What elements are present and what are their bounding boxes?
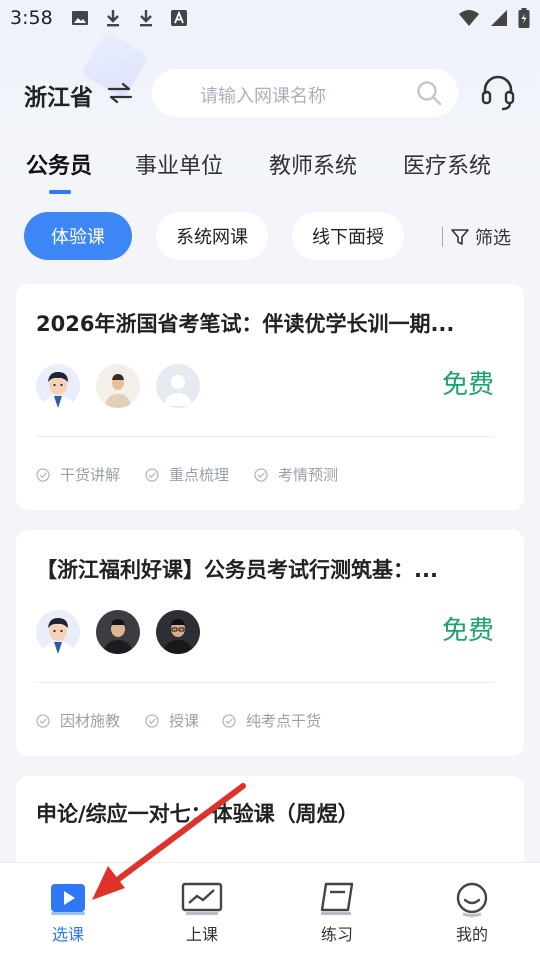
feature-tag: 纯考点干货 xyxy=(222,710,321,731)
feature-tag-label: 授课 xyxy=(169,712,200,730)
course-card[interactable]: 2026年浙国省考笔试：伴读优学长训一期... 免费 干货讲解 重点梳理 考情预… xyxy=(16,284,524,510)
battery-icon xyxy=(518,8,530,28)
headset-icon[interactable] xyxy=(480,74,516,112)
check-circle-icon xyxy=(254,467,268,482)
tabbar-item-attend-class[interactable]: 上课 xyxy=(162,881,242,945)
swap-icon[interactable] xyxy=(106,80,134,106)
feature-tag: 干货讲解 xyxy=(36,464,120,485)
teacher-avatar xyxy=(96,610,140,654)
chip-system-course[interactable]: 系统网课 xyxy=(156,212,268,260)
active-tab-indicator xyxy=(49,190,71,194)
teacher-avatar xyxy=(36,364,80,408)
teacher-avatar xyxy=(36,610,80,654)
filter-divider xyxy=(442,227,443,247)
tabbar-item-select-course[interactable]: 选课 xyxy=(28,881,108,945)
tab-civil-servant[interactable]: 公务员 xyxy=(26,148,92,180)
tab-public-institution[interactable]: 事业单位 xyxy=(135,148,223,180)
feature-tag-label: 干货讲解 xyxy=(60,466,121,484)
chip-trial-course[interactable]: 体验课 xyxy=(24,212,132,260)
download-icon xyxy=(137,9,155,27)
filter-label: 筛选 xyxy=(475,228,511,249)
teacher-avatar xyxy=(156,610,200,654)
font-icon xyxy=(170,9,188,27)
teacher-avatar xyxy=(96,364,140,408)
check-circle-icon xyxy=(145,467,159,482)
feature-tag: 授课 xyxy=(145,710,199,731)
notebook-icon xyxy=(320,882,354,915)
download-icon xyxy=(104,9,122,27)
search-placeholder: 请输入网课名称 xyxy=(200,86,326,107)
tab-teacher-system[interactable]: 教师系统 xyxy=(269,148,357,180)
feature-tag: 考情预测 xyxy=(254,464,338,485)
teacher-avatar xyxy=(156,364,200,408)
feature-tag: 重点梳理 xyxy=(145,464,229,485)
filter-button[interactable]: 筛选 xyxy=(442,224,511,250)
image-icon xyxy=(71,9,89,27)
province-selector[interactable]: 浙江省 xyxy=(24,78,93,112)
course-type-chips: 体验课 系统网课 线下面授 筛选 xyxy=(0,212,540,260)
tabbar-item-practice[interactable]: 练习 xyxy=(297,881,377,945)
signal-icon xyxy=(491,10,507,26)
course-title: 【浙江福利好课】公务员考试行测筑基：... xyxy=(36,558,438,582)
tabbar-label: 练习 xyxy=(320,925,353,944)
course-title: 2026年浙国省考笔试：伴读优学长训一期... xyxy=(36,312,455,336)
course-title: 申论/综应一对七：体验课（周煜） xyxy=(36,802,359,826)
header: 浙江省 请输入网课名称 xyxy=(0,66,540,122)
search-icon[interactable] xyxy=(416,80,442,106)
status-time: 3:58 xyxy=(10,7,53,29)
tabbar-label: 上课 xyxy=(185,925,218,944)
bottom-tab-bar: 选课 上课 练习 我的 xyxy=(0,862,540,960)
filter-icon xyxy=(451,229,469,245)
course-card[interactable]: 【浙江福利好课】公务员考试行测筑基：... 免费 因材施教 授课 纯考点干货 xyxy=(16,530,524,756)
wifi-icon xyxy=(459,10,479,26)
check-circle-icon xyxy=(36,713,50,728)
search-input[interactable]: 请输入网课名称 xyxy=(152,69,458,117)
category-tabs: 公务员 事业单位 教师系统 医疗系统 xyxy=(0,148,540,198)
course-card[interactable]: 申论/综应一对七：体验课（周煜） xyxy=(16,776,524,862)
check-circle-icon xyxy=(222,713,236,728)
feature-tag-label: 因材施教 xyxy=(60,712,121,730)
feature-tag-label: 重点梳理 xyxy=(169,466,230,484)
feature-tag-label: 纯考点干货 xyxy=(246,712,322,730)
feature-tag: 因材施教 xyxy=(36,710,120,731)
status-bar: 3:58 xyxy=(0,0,540,36)
chart-screen-icon xyxy=(181,882,223,915)
tabbar-item-me[interactable]: 我的 xyxy=(432,881,512,945)
card-divider xyxy=(36,436,494,437)
tabbar-label: 我的 xyxy=(455,925,488,944)
smile-icon xyxy=(456,882,488,917)
play-course-icon xyxy=(51,884,85,915)
feature-tag-label: 考情预测 xyxy=(278,466,339,484)
tab-medical-system[interactable]: 医疗系统 xyxy=(403,148,491,180)
check-circle-icon xyxy=(145,713,159,728)
card-divider xyxy=(36,682,494,683)
price-label: 免费 xyxy=(441,370,494,400)
check-circle-icon xyxy=(36,467,50,482)
tabbar-label: 选课 xyxy=(51,925,84,944)
chip-offline-course[interactable]: 线下面授 xyxy=(292,212,404,260)
price-label: 免费 xyxy=(441,616,494,646)
